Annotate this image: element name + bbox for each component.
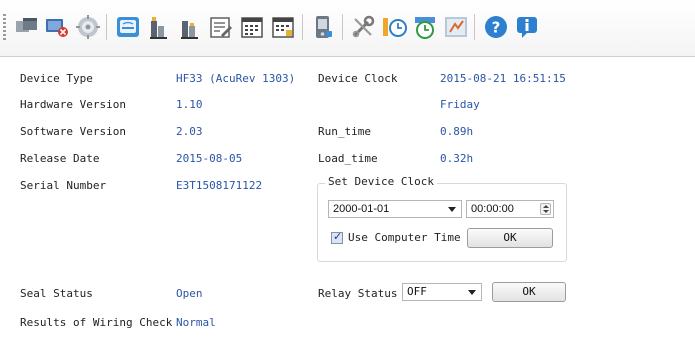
relay-status-value: OFF <box>407 285 427 298</box>
device-clock-label: Device Clock <box>318 72 398 85</box>
energy-icon[interactable] <box>441 12 471 42</box>
meter-icon[interactable] <box>113 12 143 42</box>
device-type-value: HF33 (AcuRev 1303) <box>176 72 296 85</box>
load-time-value: 0.32h <box>440 152 474 165</box>
seal-status-value: Open <box>176 287 203 300</box>
report-edit-icon[interactable] <box>206 12 236 42</box>
set-clock-ok-button[interactable]: OK <box>467 228 553 248</box>
windows-icon[interactable] <box>12 12 42 42</box>
clock-time-spinner[interactable]: 00:00:00 <box>466 200 554 218</box>
release-date-label: Release Date <box>20 152 100 165</box>
release-date-value: 2015-08-05 <box>176 152 243 165</box>
device-weekday-value: Friday <box>440 98 480 111</box>
hardware-version-label: Hardware Version <box>20 98 126 111</box>
run-time-value: 0.89h <box>440 125 474 138</box>
clock-time-value: 00:00:00 <box>471 203 514 215</box>
relay-status-select[interactable]: OFF <box>402 283 482 301</box>
software-version-value: 2.03 <box>176 125 203 138</box>
serial-number-label: Serial Number <box>20 179 107 192</box>
load-time-label: Load_time <box>318 152 378 165</box>
toolbar-separator <box>474 14 475 40</box>
relay-status-label: Relay Status <box>318 287 398 300</box>
toolbar-grip[interactable] <box>3 14 6 40</box>
spinner-arrows-icon[interactable] <box>540 203 551 215</box>
set-device-clock-title: Set Device Clock <box>325 175 437 188</box>
toolbar: ? <box>0 0 695 57</box>
bar-chart-alt-icon[interactable] <box>175 12 205 42</box>
svg-text:?: ? <box>492 19 501 37</box>
timer-icon[interactable] <box>410 12 440 42</box>
clock-date-value: 2000-01-01 <box>333 203 390 215</box>
relay-ok-button[interactable]: OK <box>492 282 566 302</box>
chevron-down-icon <box>448 207 456 212</box>
bar-chart-icon[interactable] <box>144 12 174 42</box>
seal-status-label: Seal Status <box>20 287 93 300</box>
network-disconnect-icon[interactable] <box>42 12 72 42</box>
device-type-label: Device Type <box>20 72 93 85</box>
run-time-label: Run_time <box>318 125 371 138</box>
serial-number-value: E3T1508171122 <box>176 179 263 192</box>
device-clock-value: 2015-08-21 16:51:15 <box>440 72 566 85</box>
use-computer-time-label: Use Computer Time <box>348 231 461 244</box>
calendar-icon[interactable] <box>237 12 267 42</box>
toolbar-separator <box>342 14 343 40</box>
wiring-check-value: Normal <box>176 316 216 329</box>
use-computer-time-checkbox[interactable] <box>331 230 343 244</box>
calendar-alt-icon[interactable] <box>268 12 298 42</box>
chevron-down-icon <box>468 290 476 295</box>
toolbar-separator <box>106 14 107 40</box>
hardware-version-value: 1.10 <box>176 98 203 111</box>
clock-settings-icon[interactable] <box>379 12 409 42</box>
wiring-check-label: Results of Wiring Check <box>20 316 173 329</box>
clock-date-select[interactable]: 2000-01-01 <box>328 200 462 218</box>
settings-disc-icon[interactable] <box>73 12 103 42</box>
help-icon[interactable]: ? <box>481 12 511 42</box>
toolbar-separator <box>302 14 303 40</box>
software-version-label: Software Version <box>20 125 126 138</box>
tools-icon[interactable] <box>348 12 378 42</box>
phone-device-icon[interactable] <box>308 12 338 42</box>
set-device-clock-group <box>317 183 567 262</box>
info-icon[interactable] <box>512 12 542 42</box>
